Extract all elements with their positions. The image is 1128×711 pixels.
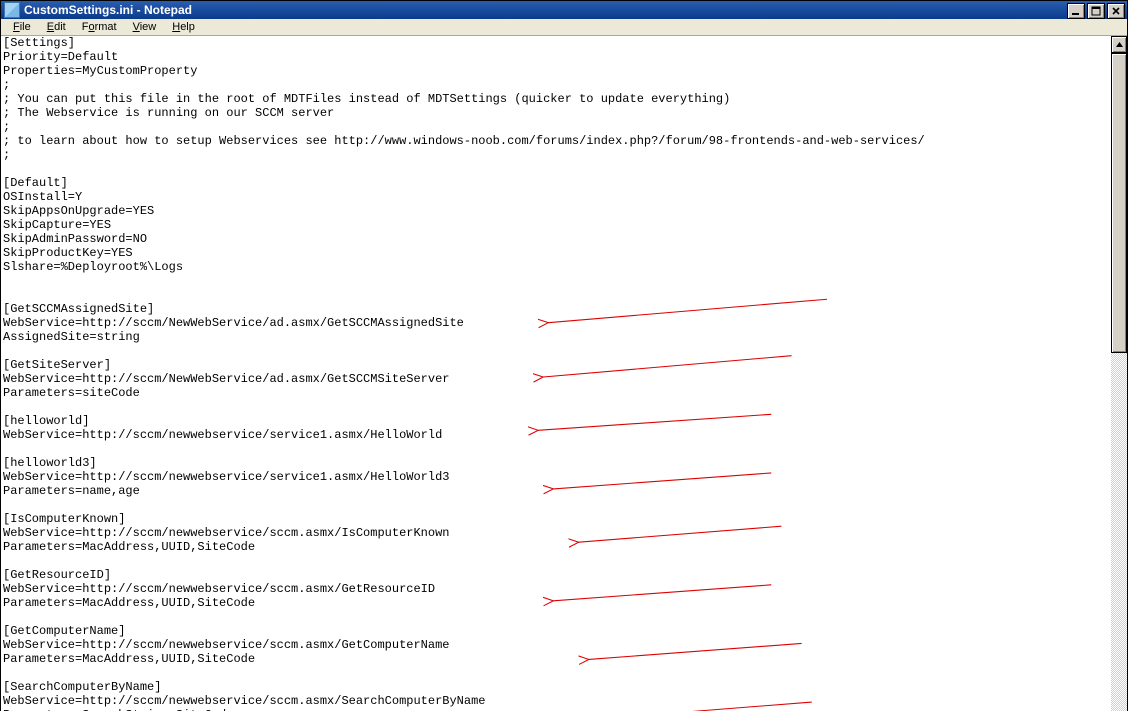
menu-help[interactable]: Help bbox=[164, 19, 203, 35]
close-button[interactable] bbox=[1107, 3, 1125, 19]
menu-view[interactable]: View bbox=[125, 19, 165, 35]
menu-file[interactable]: File bbox=[5, 19, 39, 35]
title-bar[interactable]: CustomSettings.ini - Notepad bbox=[1, 1, 1127, 19]
window-title: CustomSettings.ini - Notepad bbox=[24, 3, 192, 17]
minimize-button[interactable] bbox=[1067, 3, 1085, 19]
vertical-scrollbar[interactable] bbox=[1110, 36, 1127, 711]
maximize-button[interactable] bbox=[1087, 3, 1105, 19]
client-area: [Settings] Priority=Default Properties=M… bbox=[1, 36, 1127, 711]
scroll-thumb[interactable] bbox=[1111, 53, 1127, 353]
maximize-icon bbox=[1091, 6, 1101, 16]
menu-format[interactable]: Format bbox=[74, 19, 125, 35]
minimize-icon bbox=[1071, 6, 1081, 16]
menu-edit[interactable]: Edit bbox=[39, 19, 74, 35]
notepad-window: CustomSettings.ini - Notepad File Edit F… bbox=[0, 0, 1128, 711]
scroll-up-button[interactable] bbox=[1111, 36, 1127, 53]
text-editor[interactable]: [Settings] Priority=Default Properties=M… bbox=[1, 36, 1110, 711]
scroll-track[interactable] bbox=[1111, 53, 1127, 711]
chevron-up-icon bbox=[1115, 40, 1124, 49]
window-controls bbox=[1067, 1, 1127, 19]
menu-bar: File Edit Format View Help bbox=[1, 19, 1127, 36]
notepad-icon bbox=[4, 2, 20, 18]
close-icon bbox=[1111, 6, 1121, 16]
